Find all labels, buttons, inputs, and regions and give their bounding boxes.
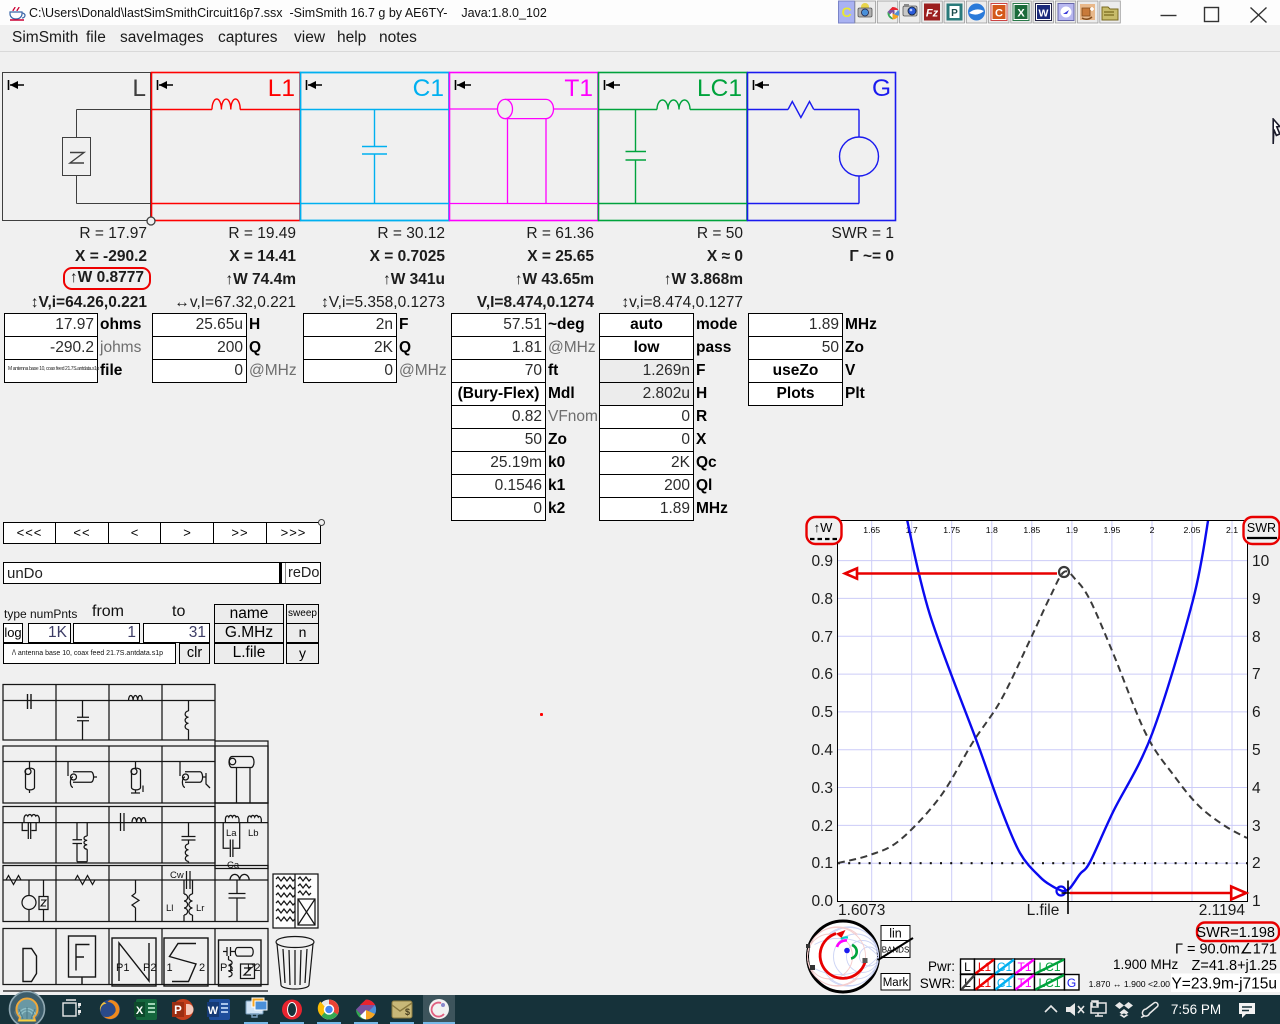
svg-text:1.95: 1.95	[1103, 525, 1120, 535]
svg-text:Ca: Ca	[227, 860, 240, 871]
svg-text:LC1: LC1	[697, 75, 742, 102]
svg-text:2.1194: 2.1194	[1199, 902, 1246, 919]
svg-text:G: G	[1067, 976, 1076, 990]
svg-text:L: L	[964, 960, 971, 974]
svg-text:3: 3	[1252, 818, 1261, 835]
svg-text:Pwr:: Pwr:	[928, 959, 955, 974]
svg-text:0.0: 0.0	[811, 893, 833, 910]
svg-text:G: G	[872, 75, 891, 102]
svg-text:Γ = 90.0m∠171: Γ = 90.0m∠171	[1175, 942, 1277, 958]
svg-text:X: X	[136, 1005, 144, 1017]
svg-text:0.9: 0.9	[811, 553, 833, 570]
svg-text:2.05: 2.05	[1184, 525, 1201, 535]
svg-text:2: 2	[199, 962, 205, 974]
svg-text:Cw: Cw	[170, 870, 184, 881]
svg-text:7:56 PM: 7:56 PM	[1171, 1002, 1221, 1017]
svg-text:Lb: Lb	[248, 828, 259, 839]
svg-text:9: 9	[1252, 591, 1261, 608]
svg-text:La: La	[226, 828, 237, 839]
svg-text:0.3: 0.3	[811, 780, 833, 797]
svg-text:0.2: 0.2	[811, 818, 833, 835]
svg-text:X: X	[1017, 8, 1025, 20]
svg-text:0.7: 0.7	[811, 629, 833, 646]
svg-text:1.9: 1.9	[1066, 525, 1078, 535]
svg-text:↑W: ↑W	[814, 520, 834, 535]
svg-text:Mark: Mark	[883, 977, 909, 989]
svg-text:1.65: 1.65	[863, 525, 880, 535]
svg-text:SWR=1.198: SWR=1.198	[1196, 925, 1275, 941]
svg-text:1.75: 1.75	[943, 525, 960, 535]
svg-text:1.870 ↔ 1.900 <2.00: 1.870 ↔ 1.900 <2.00	[1089, 979, 1171, 989]
svg-text:P: P	[951, 8, 958, 19]
svg-text:P1: P1	[220, 962, 233, 974]
svg-text:1: 1	[1252, 893, 1261, 910]
svg-text:1.8: 1.8	[986, 525, 998, 535]
svg-text:0.8: 0.8	[811, 591, 833, 608]
svg-text:1.900 MHz: 1.900 MHz	[1113, 957, 1179, 972]
svg-text:W: W	[1039, 8, 1049, 20]
svg-text:$: $	[405, 1007, 410, 1017]
svg-text:P2: P2	[247, 962, 260, 974]
svg-text:5: 5	[1252, 742, 1261, 759]
svg-text:P: P	[174, 1005, 182, 1017]
svg-text:Lr: Lr	[196, 903, 204, 914]
svg-text:Z=41.8+j1.25: Z=41.8+j1.25	[1192, 958, 1277, 974]
svg-text:2.1: 2.1	[1226, 525, 1238, 535]
svg-text:6: 6	[1252, 704, 1261, 721]
svg-text:2: 2	[1252, 855, 1261, 872]
svg-text:0.1: 0.1	[811, 855, 833, 872]
svg-text:P1: P1	[116, 962, 129, 974]
svg-text:Y=23.9m-j715u: Y=23.9m-j715u	[1171, 976, 1277, 993]
svg-text:Ll: Ll	[166, 903, 173, 914]
svg-text:1.6073: 1.6073	[838, 902, 885, 919]
svg-text:1.85: 1.85	[1023, 525, 1040, 535]
svg-text:C: C	[841, 4, 851, 20]
svg-text:P2: P2	[143, 962, 156, 974]
svg-text:L: L	[132, 75, 146, 102]
svg-text:W: W	[208, 1005, 219, 1017]
svg-text:4: 4	[1252, 780, 1261, 797]
svg-text:7: 7	[1252, 666, 1261, 683]
svg-text:SWR: SWR	[1247, 521, 1276, 535]
svg-text:0.5: 0.5	[811, 704, 833, 721]
svg-text:10: 10	[1252, 553, 1270, 570]
svg-text:C1: C1	[413, 75, 444, 102]
svg-text:2: 2	[1150, 525, 1155, 535]
svg-text:L.file: L.file	[1027, 902, 1060, 919]
svg-text:0.6: 0.6	[811, 666, 833, 683]
svg-text:SWR:: SWR:	[920, 976, 955, 991]
svg-text:8: 8	[1252, 629, 1261, 646]
svg-text:C: C	[995, 8, 1003, 20]
svg-text:lin: lin	[889, 927, 902, 941]
svg-text:Fz: Fz	[926, 8, 939, 20]
svg-text:1: 1	[167, 962, 173, 974]
svg-text:0.4: 0.4	[811, 742, 833, 759]
svg-text:T1: T1	[564, 75, 593, 102]
svg-text:L1: L1	[268, 75, 295, 102]
